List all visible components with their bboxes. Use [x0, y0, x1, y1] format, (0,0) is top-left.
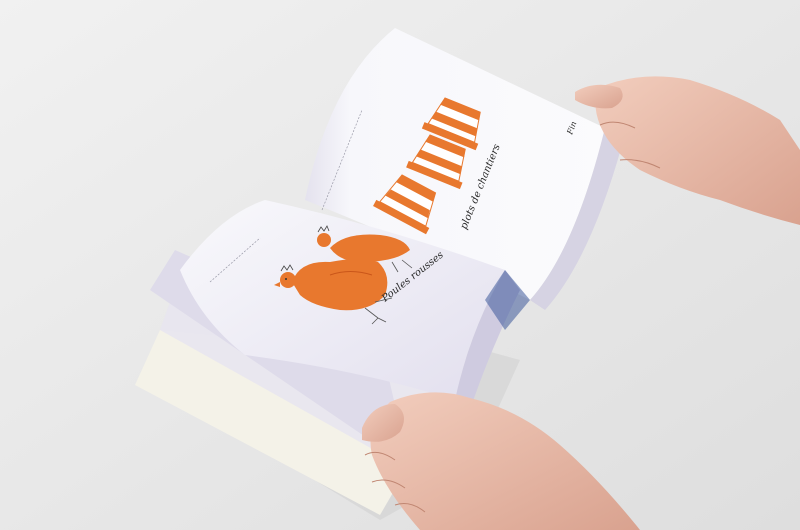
photo-illustration: plots de chantiers Fin Poules rousses	[0, 0, 800, 530]
photo-scene: plots de chantiers Fin Poules rousses	[0, 0, 800, 530]
